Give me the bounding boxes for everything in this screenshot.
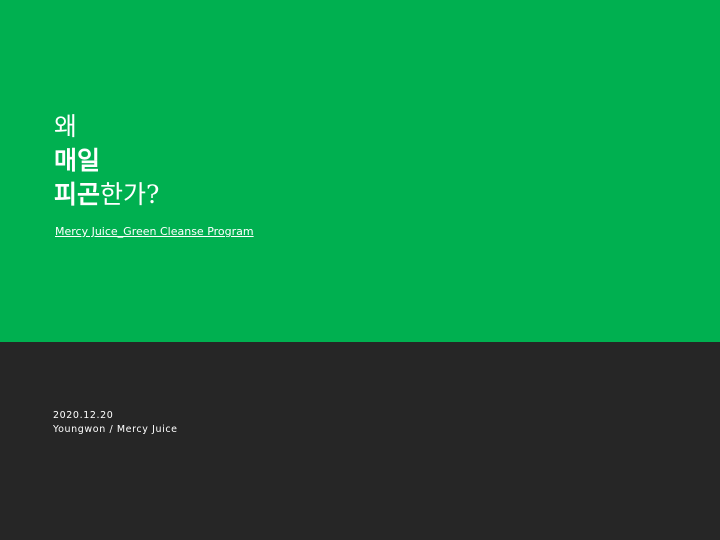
- footer-panel: [0, 342, 720, 540]
- slide-title: 왜 매일 피곤한가?: [54, 110, 159, 212]
- slide: 왜 매일 피곤한가? Mercy Juice_Green Cleanse Pro…: [0, 0, 720, 540]
- slide-date: 2020.12.20: [53, 410, 114, 421]
- title-line-1: 왜: [54, 112, 78, 141]
- slide-subtitle: Mercy Juice_Green Cleanse Program: [55, 225, 254, 238]
- slide-author: Youngwon / Mercy Juice: [53, 424, 178, 435]
- title-line-3-bold: 피곤: [54, 180, 101, 209]
- title-line-3-rest: 한가?: [100, 180, 160, 209]
- title-line-3: 피곤한가?: [54, 178, 159, 212]
- title-line-2: 매일: [54, 146, 101, 175]
- slide-meta: 2020.12.20 Youngwon / Mercy Juice: [53, 409, 178, 437]
